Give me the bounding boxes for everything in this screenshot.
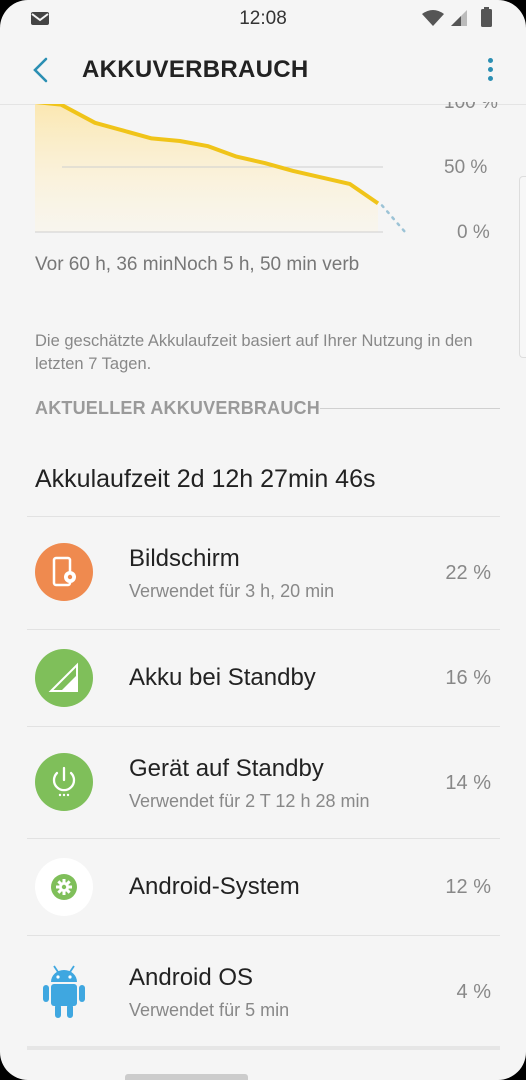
item-percent: 4 % bbox=[456, 981, 491, 1003]
signal-icon bbox=[35, 649, 93, 707]
screen: 12:08 AKKUVERBRAUCH 100 % 50 % 0 % Vor 6… bbox=[0, 0, 526, 1080]
navigation-handle[interactable] bbox=[125, 1074, 248, 1080]
item-percent: 14 % bbox=[445, 772, 491, 794]
signal-strength-icon bbox=[451, 10, 467, 26]
status-bar: 12:08 bbox=[0, 0, 526, 36]
gear-icon bbox=[35, 858, 93, 916]
item-percent: 16 % bbox=[445, 667, 491, 689]
item-subtitle: Verwendet für 2 T 12 h 28 min bbox=[129, 791, 370, 811]
page-title: AKKUVERBRAUCH bbox=[82, 56, 309, 83]
screen-settings-icon bbox=[35, 543, 93, 601]
android-icon bbox=[35, 960, 93, 1018]
estimate-note: Die geschätzte Akkulaufzeit basiert auf … bbox=[35, 332, 473, 373]
list-item-android-os[interactable]: Android OS Verwendet für 5 min 4 % bbox=[0, 936, 526, 1046]
item-title: Android OS bbox=[129, 964, 254, 991]
item-percent: 12 % bbox=[445, 876, 491, 898]
battery-icon bbox=[481, 7, 492, 27]
battery-chart: 100 % 50 % 0 % Vor 60 h, 36 minNoch 5 h,… bbox=[0, 102, 526, 284]
projection-line bbox=[380, 204, 407, 234]
back-arrow-icon bbox=[33, 57, 48, 83]
more-dot-icon bbox=[488, 58, 493, 63]
section-header: AKTUELLER AKKUVERBRAUCH bbox=[35, 398, 320, 418]
clock: 12:08 bbox=[239, 8, 287, 29]
scrollbar[interactable] bbox=[519, 176, 526, 358]
section-divider bbox=[320, 408, 500, 409]
divider bbox=[27, 1046, 500, 1050]
list-item-bildschirm[interactable]: Bildschirm Verwendet für 3 h, 20 min 22 … bbox=[0, 517, 526, 629]
item-subtitle: Verwendet für 5 min bbox=[129, 1000, 290, 1020]
list-item-akku-standby[interactable]: Akku bei Standby 16 % bbox=[0, 630, 526, 726]
more-dot-icon bbox=[488, 67, 493, 72]
y-tick-label: 50 % bbox=[444, 157, 488, 178]
x-axis-label: Vor 60 h, 36 minNoch 5 h, 50 min verb bbox=[35, 254, 360, 275]
list-item-android-system[interactable]: Android-System 12 % bbox=[0, 839, 526, 935]
back-button[interactable] bbox=[24, 50, 60, 90]
usage-area bbox=[35, 104, 378, 232]
list-item-geraet-standby[interactable]: Gerät auf Standby Verwendet für 2 T 12 h… bbox=[0, 727, 526, 839]
wifi-icon bbox=[422, 10, 444, 26]
item-title: Akku bei Standby bbox=[129, 664, 316, 691]
power-icon bbox=[35, 753, 93, 811]
item-subtitle: Verwendet für 3 h, 20 min bbox=[129, 581, 335, 601]
item-title: Gerät auf Standby bbox=[129, 755, 324, 782]
item-title: Android-System bbox=[129, 873, 300, 900]
battery-uptime: Akkulaufzeit 2d 12h 27min 46s bbox=[35, 465, 376, 493]
more-dot-icon bbox=[488, 76, 493, 81]
item-title: Bildschirm bbox=[129, 545, 240, 572]
item-percent: 22 % bbox=[445, 562, 491, 584]
more-options-button[interactable] bbox=[484, 54, 496, 86]
app-bar: AKKUVERBRAUCH bbox=[0, 36, 526, 105]
y-tick-label: 0 % bbox=[457, 222, 490, 243]
